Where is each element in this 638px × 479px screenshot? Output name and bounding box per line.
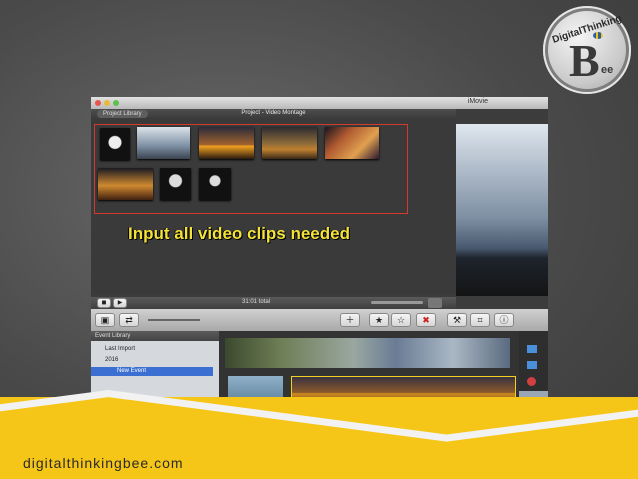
add-icon[interactable]: ＋ (340, 313, 360, 327)
event-library-header: Event Library (91, 331, 219, 341)
project-footer: ◼ ▶ 31:01 total (91, 297, 456, 309)
project-clip[interactable] (199, 168, 231, 200)
app-title: iMovie (467, 98, 488, 105)
title-bar: iMovie (91, 97, 548, 109)
instruction-caption: Input all video clips needed (128, 224, 350, 243)
brand-logo: DigitalThinking B ee (543, 6, 631, 94)
video-camera-icon[interactable]: ▣ (95, 313, 115, 327)
logo-letter: B (569, 35, 600, 86)
unmark-star-icon[interactable]: ☆ (391, 313, 411, 327)
clip-size-slider[interactable] (148, 319, 200, 321)
project-clip[interactable] (325, 127, 379, 159)
event-item-last-import[interactable]: Last Import (105, 346, 135, 352)
thumbnail-size-button[interactable] (428, 298, 442, 308)
record-icon[interactable] (527, 377, 536, 386)
project-title: Project - Video Montage (241, 110, 306, 116)
event-item-new-event[interactable]: New Event (91, 367, 213, 376)
clip-selection-highlight (94, 124, 408, 214)
folder-icon[interactable] (527, 345, 537, 353)
wrench-icon[interactable]: ⚒ (447, 313, 467, 327)
crop-icon[interactable]: ⌗ (470, 313, 490, 327)
reject-x-icon[interactable]: ✖ (416, 313, 436, 327)
site-url: digitalthinkingbee.com (23, 455, 184, 471)
favorite-star-icon[interactable]: ★ (369, 313, 389, 327)
info-icon[interactable]: ⓘ (494, 313, 514, 327)
main-toolbar: ▣ ⇄ ＋ ★ ☆ ✖ ⚒ ⌗ ⓘ (91, 309, 548, 331)
project-clip[interactable] (160, 168, 191, 200)
imovie-window: iMovie Project Library Project - Video M… (91, 97, 548, 423)
project-clip[interactable] (100, 128, 130, 160)
folder-icon[interactable] (527, 361, 537, 369)
zoom-slider[interactable] (371, 301, 423, 304)
swap-icon[interactable]: ⇄ (119, 313, 139, 327)
project-header: Project Library Project - Video Montage (91, 109, 456, 119)
logo-suffix: ee (601, 64, 614, 76)
project-clip[interactable] (98, 168, 153, 200)
project-clip[interactable] (199, 127, 254, 159)
project-clip[interactable] (137, 127, 190, 159)
event-item-2016[interactable]: 2016 (105, 357, 118, 363)
preview-viewer[interactable] (456, 124, 548, 296)
event-filmstrip[interactable] (225, 338, 510, 368)
project-clip[interactable] (262, 127, 317, 159)
